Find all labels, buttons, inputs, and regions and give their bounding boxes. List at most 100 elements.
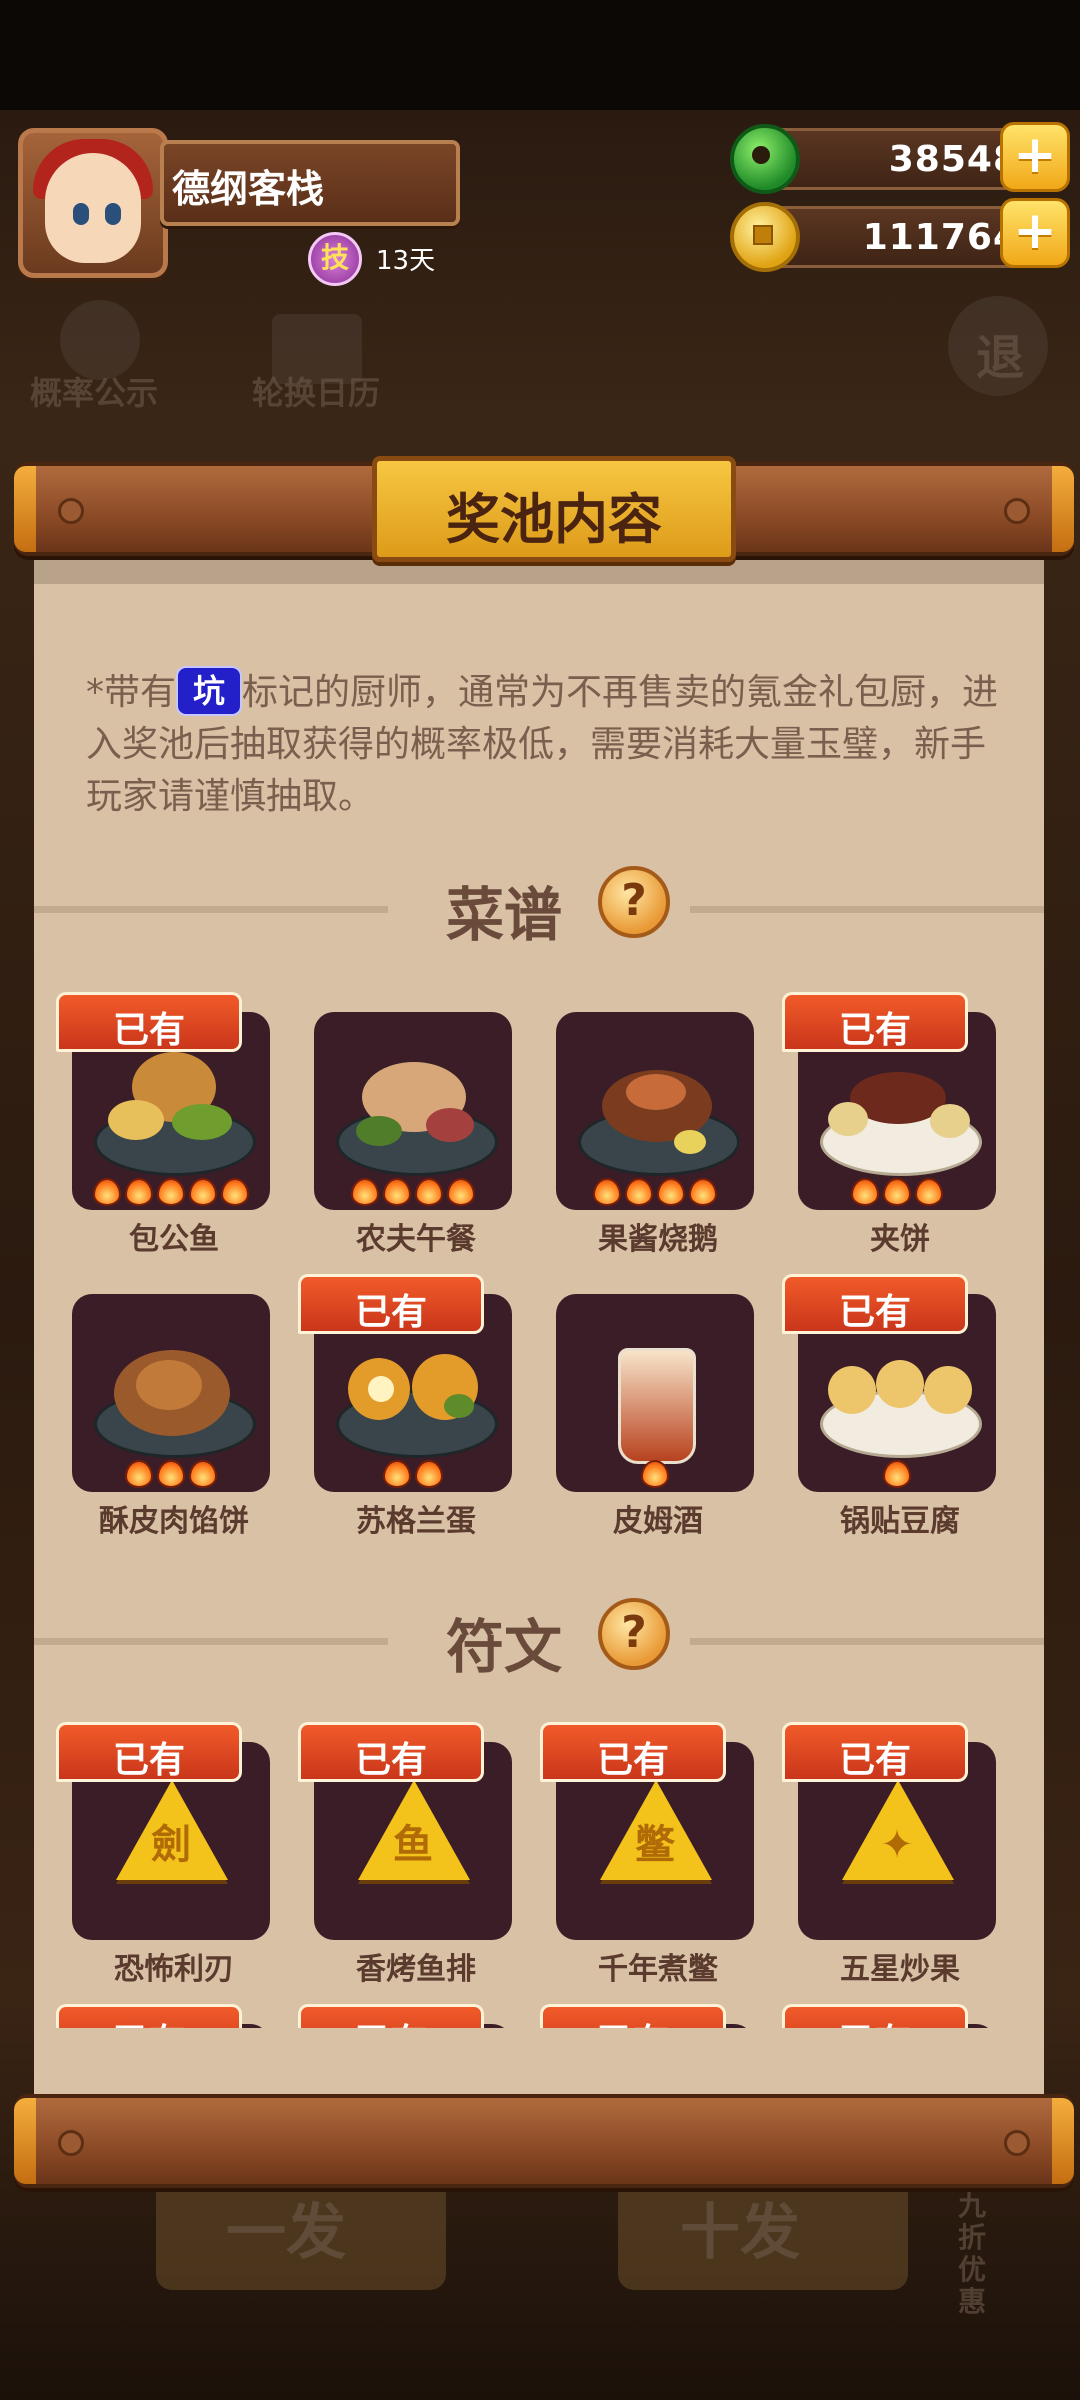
player-name-plate[interactable]: 德纲客栈 <box>160 140 460 226</box>
flame-icon <box>189 1178 217 1206</box>
recipe-section-title: 菜谱 <box>446 881 563 949</box>
prize-pool-scroll-area[interactable]: *带有坑标记的厨师，通常为不再售卖的氪金礼包厨，进入奖池后抽取获得的概率极低，需… <box>34 548 1044 2028</box>
owned-badge: 已有 <box>782 1274 968 1334</box>
star-rating <box>798 1178 996 1206</box>
recipe-item[interactable]: 酥皮肉馅饼 <box>64 1264 270 1539</box>
coin-icon <box>730 202 800 272</box>
star-rating <box>72 1460 270 1488</box>
prize-pool-banner: 奖池内容 <box>372 456 736 562</box>
rune-glyph: 劍 <box>151 1822 191 1868</box>
owned-badge: 已有 <box>298 2004 484 2028</box>
recipe-name: 果酱烧鹅 <box>598 1222 718 1257</box>
flame-icon <box>157 1178 185 1206</box>
owned-label: 已有 <box>543 2013 723 2028</box>
recipe-name: 夹饼 <box>870 1222 930 1257</box>
owned-label: 已有 <box>785 2013 965 2028</box>
food-icon <box>356 1116 402 1146</box>
rune-item[interactable]: 已有 <box>56 1994 270 2028</box>
recipe-name: 酥皮肉馅饼 <box>99 1504 249 1539</box>
recipe-item[interactable]: 农夫午餐 <box>306 982 512 1257</box>
owned-badge: 已有 <box>56 992 242 1052</box>
rune-item[interactable]: 鱼 已有香烤鱼排 <box>298 1712 512 1987</box>
food-icon <box>626 1074 686 1110</box>
recipe-help-button[interactable]: ? <box>598 866 670 938</box>
owned-badge: 已有 <box>56 1722 242 1782</box>
owned-label: 已有 <box>59 2013 239 2028</box>
recipe-tile <box>556 1294 754 1492</box>
star-rating <box>798 1460 996 1488</box>
food-icon <box>108 1100 164 1140</box>
rune-help-button[interactable]: ? <box>598 1598 670 1670</box>
add-jade-button[interactable]: + <box>1000 122 1070 192</box>
discount-label: 九折优惠 <box>958 2189 987 2318</box>
add-coin-button[interactable]: + <box>1000 198 1070 268</box>
flame-icon <box>189 1460 217 1488</box>
rune-name: 五星炒果 <box>840 1952 960 1987</box>
flame-icon <box>625 1178 653 1206</box>
flame-icon <box>221 1178 249 1206</box>
recipe-item[interactable]: 已有 锅贴豆腐 <box>782 1264 996 1539</box>
recipe-name: 农夫午餐 <box>356 1222 476 1257</box>
flame-icon <box>351 1178 379 1206</box>
rune-item[interactable]: 已有 <box>298 1994 512 2028</box>
rune-item[interactable]: ✦ 已有 五星炒果 <box>782 1712 996 1987</box>
recipe-item[interactable]: 已有夹饼 <box>782 982 996 1257</box>
recipe-name: 皮姆酒 <box>613 1504 703 1539</box>
flame-icon <box>157 1460 185 1488</box>
rune-item[interactable]: 已有 <box>782 1994 996 2028</box>
flame-icon <box>883 1178 911 1206</box>
flame-icon <box>657 1178 685 1206</box>
owned-badge: 已有 <box>782 992 968 1052</box>
skill-icon[interactable]: 技 <box>308 232 362 286</box>
probability-label[interactable]: 概率公示 <box>30 368 158 414</box>
flame-icon <box>125 1178 153 1206</box>
rune-item[interactable]: 鳖 已有 千年煮鳖 <box>540 1712 754 1987</box>
rune-divider-left <box>34 1638 388 1645</box>
rune-item[interactable]: 劍 已有 恐怖利刃 <box>56 1712 270 1987</box>
single-draw-label: 一发 <box>226 2198 346 2268</box>
recipe-name: 苏格兰蛋 <box>356 1504 476 1539</box>
food-icon <box>172 1104 232 1140</box>
roller-cap-right <box>1052 466 1074 552</box>
owned-label: 已有 <box>112 1010 185 1051</box>
star-rating <box>556 1178 754 1206</box>
food-icon <box>674 1130 706 1154</box>
owned-label: 已有 <box>301 2013 481 2028</box>
food-icon <box>930 1104 970 1138</box>
owned-badge: 已有 <box>540 1722 726 1782</box>
owned-badge: 已有 <box>298 1722 484 1782</box>
calendar-label[interactable]: 轮换日历 <box>252 368 380 414</box>
recipe-item[interactable]: 皮姆酒 <box>548 1264 754 1539</box>
rune-glyph: ✦ <box>880 1822 914 1868</box>
food-icon <box>444 1394 474 1418</box>
exit-label: 退 <box>976 330 1025 386</box>
star-rating <box>314 1460 512 1488</box>
player-avatar[interactable] <box>18 128 168 278</box>
recipe-item[interactable]: 已有 苏格兰蛋 <box>298 1264 512 1539</box>
star-rating <box>314 1178 512 1206</box>
recipe-tile <box>314 1012 512 1210</box>
avatar-eye-right <box>105 203 121 225</box>
roller-nail-left <box>58 498 84 524</box>
rune-item[interactable]: 已有 <box>540 1994 754 2028</box>
food-icon <box>136 1360 202 1410</box>
notice-prefix: *带有 <box>86 672 177 713</box>
food-icon <box>924 1366 972 1414</box>
flame-icon <box>383 1460 411 1488</box>
rune-name: 香烤鱼排 <box>356 1952 476 1987</box>
recipe-item[interactable]: 果酱烧鹅 <box>548 982 754 1257</box>
food-icon <box>828 1366 876 1414</box>
star-rating <box>556 1460 754 1488</box>
roller-cap-left <box>14 466 36 552</box>
food-icon <box>426 1108 474 1142</box>
avatar-face <box>45 153 141 263</box>
keng-tag: 坑 <box>176 666 243 716</box>
owned-label: 已有 <box>596 1740 669 1781</box>
owned-label: 已有 <box>838 1010 911 1051</box>
recipe-item[interactable]: 已有 包公鱼 <box>56 982 270 1257</box>
rune-glyph: 鱼 <box>393 1822 433 1868</box>
star-rating <box>72 1178 270 1206</box>
flame-icon <box>851 1178 879 1206</box>
flame-icon <box>93 1178 121 1206</box>
drink-glass-icon <box>618 1348 696 1464</box>
